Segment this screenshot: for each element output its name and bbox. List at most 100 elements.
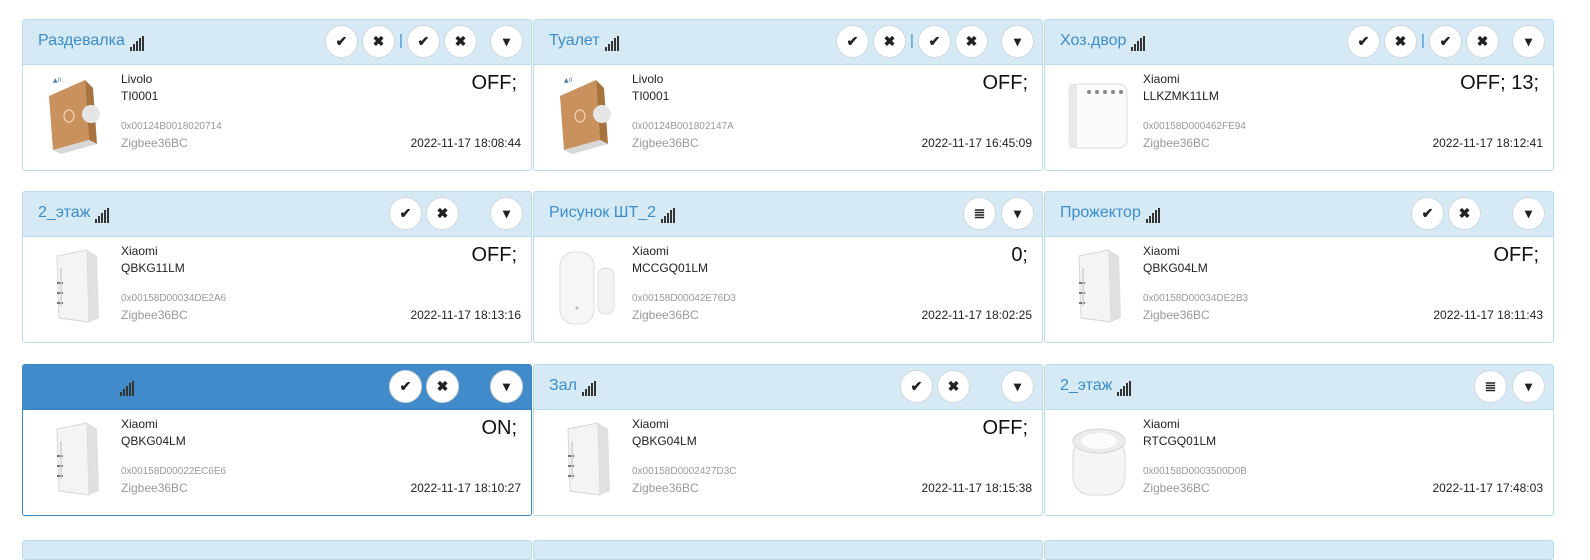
signal-strength-icon: [129, 33, 145, 51]
cancel-button[interactable]: ✖: [426, 370, 459, 403]
list-button[interactable]: ≣: [1474, 370, 1507, 403]
cancel-button[interactable]: ✖: [444, 25, 477, 58]
timestamp: 2022-11-17 18:13:16: [410, 308, 521, 322]
list-button[interactable]: ≣: [963, 197, 996, 230]
model: QBKG04LM: [1143, 261, 1208, 275]
vendor: Xiaomi: [121, 244, 158, 258]
device-card-selected[interactable]: ✔ ✖ ▾ Xiaomi QBKG04LM 0x00158D00022EC6E6…: [22, 364, 532, 516]
dropdown-button[interactable]: ▾: [1001, 25, 1034, 58]
confirm-button[interactable]: ✔: [389, 197, 422, 230]
timestamp: 2022-11-17 18:10:27: [410, 481, 521, 495]
device-state: OFF;: [982, 72, 1028, 94]
dropdown-button[interactable]: ▾: [490, 370, 523, 403]
cancel-button[interactable]: ✖: [362, 25, 395, 58]
timestamp: 2022-11-17 16:45:09: [921, 136, 1032, 150]
model: TI0001: [121, 89, 159, 103]
model: MCCGQ01LM: [632, 261, 709, 275]
confirm-button[interactable]: ✔: [918, 25, 951, 58]
aqara-switch-image: [1063, 246, 1133, 326]
motion-sensor-image: [1063, 419, 1133, 499]
confirm-button[interactable]: ✔: [1411, 197, 1444, 230]
device-state: 0;: [1011, 244, 1028, 266]
confirm-button[interactable]: ✔: [389, 370, 422, 403]
model: TI0001: [632, 89, 670, 103]
card-header: Хоз.двор ✔ ✖ | ✔ ✖ ▾: [1045, 20, 1553, 65]
confirm-button[interactable]: ✔: [900, 370, 933, 403]
dropdown-button[interactable]: ▾: [1512, 370, 1545, 403]
signal-strength-icon: [661, 205, 676, 223]
device-card-partial: [1044, 540, 1554, 560]
device-card: Рисунок ШТ_2 ≣ ▾ Xiaomi MCCGQ01LM 0x0015…: [533, 191, 1043, 343]
ieee-address: 0x00158D00022EC6E6: [121, 466, 227, 477]
cancel-button[interactable]: ✖: [1448, 197, 1481, 230]
separator: |: [910, 32, 914, 49]
vendor: Xiaomi: [632, 244, 669, 258]
aqara-switch-image: [552, 419, 622, 499]
cancel-button[interactable]: ✖: [1384, 25, 1417, 58]
cancel-button[interactable]: ✖: [937, 370, 970, 403]
device-card: Прожектор ✔ ✖ ▾ Xiaomi QBKG04LM 0x00158D…: [1044, 191, 1554, 343]
ieee-address: 0x00124B001802147A: [632, 121, 734, 132]
vendor: Livolo: [632, 72, 664, 86]
cancel-button[interactable]: ✖: [1466, 25, 1499, 58]
card-header: Туалет ✔ ✖ | ✔ ✖ ▾: [534, 20, 1042, 65]
card-header: 2_этаж ≣ ▾: [1045, 365, 1553, 410]
device-title-text[interactable]: Раздевалка: [38, 32, 125, 49]
dropdown-button[interactable]: ▾: [1001, 370, 1034, 403]
ieee-address: 0x00158D00034DE2B3: [1143, 293, 1249, 304]
cancel-button[interactable]: ✖: [426, 197, 459, 230]
confirm-button[interactable]: ✔: [407, 25, 440, 58]
device-title[interactable]: Рисунок ШТ_2: [549, 204, 676, 223]
device-title-text[interactable]: Рисунок ШТ_2: [549, 204, 656, 221]
livolo-switch-image: [41, 74, 111, 154]
confirm-button[interactable]: ✔: [1347, 25, 1380, 58]
dropdown-button[interactable]: ▾: [490, 197, 523, 230]
ieee-address: 0x00124B0018020714: [121, 121, 222, 132]
device-state: OFF;: [471, 72, 517, 94]
timestamp: 2022-11-17 18:12:41: [1432, 136, 1543, 150]
timestamp: 2022-11-17 18:08:44: [410, 136, 521, 150]
device-title[interactable]: 2_этаж: [38, 204, 110, 223]
network-name: Zigbee36BC: [121, 308, 188, 322]
device-state: ON;: [481, 417, 517, 439]
device-title[interactable]: [115, 377, 135, 396]
device-title-text[interactable]: Прожектор: [1060, 204, 1141, 221]
device-title[interactable]: Зал: [549, 377, 597, 396]
device-state: OFF;: [471, 244, 517, 266]
separator: |: [1421, 32, 1425, 49]
network-name: Zigbee36BC: [1143, 136, 1210, 150]
device-title-text[interactable]: Хоз.двор: [1060, 32, 1126, 49]
device-title[interactable]: Туалет: [549, 32, 620, 51]
signal-strength-icon: [581, 378, 597, 396]
ieee-address: 0x00158D00042E76D3: [632, 293, 736, 304]
device-title[interactable]: 2_этаж: [1060, 377, 1132, 396]
vendor: Xiaomi: [121, 417, 158, 431]
device-title[interactable]: Прожектор: [1060, 204, 1161, 223]
vendor: Xiaomi: [1143, 417, 1180, 431]
device-title-text[interactable]: Туалет: [549, 32, 600, 49]
dropdown-button[interactable]: ▾: [1512, 197, 1545, 230]
network-name: Zigbee36BC: [121, 136, 188, 150]
device-title-text[interactable]: Зал: [549, 377, 577, 394]
device-title[interactable]: Хоз.двор: [1060, 32, 1146, 51]
cancel-button[interactable]: ✖: [873, 25, 906, 58]
aqara-switch-image: [41, 419, 111, 499]
device-title[interactable]: Раздевалка: [38, 32, 145, 51]
network-name: Zigbee36BC: [632, 481, 699, 495]
device-title-text[interactable]: 2_этаж: [1060, 377, 1112, 394]
confirm-button[interactable]: ✔: [836, 25, 869, 58]
dropdown-button[interactable]: ▾: [1001, 197, 1034, 230]
device-card-partial: [533, 540, 1043, 560]
dropdown-button[interactable]: ▾: [490, 25, 523, 58]
aqara-switch-image: [41, 246, 111, 326]
device-card: Туалет ✔ ✖ | ✔ ✖ ▾ Livolo TI0001 0x00124…: [533, 19, 1043, 171]
livolo-switch-image: [552, 74, 622, 154]
ieee-address: 0x00158D00034DE2A6: [121, 293, 227, 304]
dropdown-button[interactable]: ▾: [1512, 25, 1545, 58]
confirm-button[interactable]: ✔: [325, 25, 358, 58]
confirm-button[interactable]: ✔: [1429, 25, 1462, 58]
timestamp: 2022-11-17 18:11:43: [1433, 308, 1543, 322]
card-header: 2_этаж ✔ ✖ ▾: [23, 192, 531, 237]
device-title-text[interactable]: 2_этаж: [38, 204, 90, 221]
cancel-button[interactable]: ✖: [955, 25, 988, 58]
